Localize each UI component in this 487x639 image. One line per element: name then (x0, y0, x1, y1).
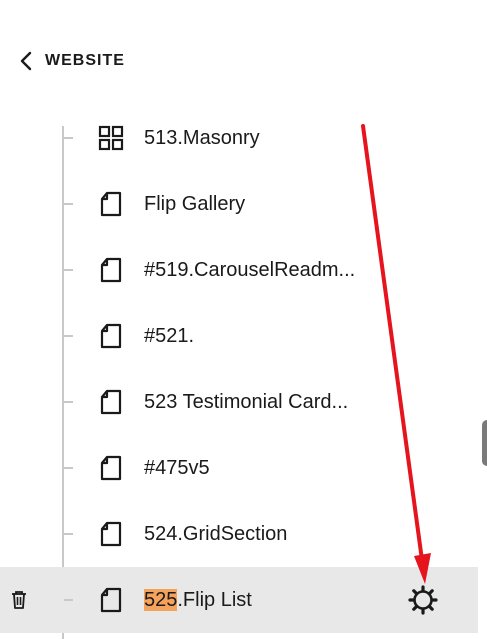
page-icon (98, 455, 124, 481)
search-highlight: 525 (144, 589, 178, 611)
page-title: Flip Gallery (144, 193, 246, 215)
page-item[interactable]: 524.GridSection (0, 501, 487, 567)
page-item[interactable]: 523 Testimonial Card... (0, 369, 487, 435)
tree-tick (64, 467, 73, 469)
page-item[interactable]: 513.Masonry (0, 105, 487, 171)
tree-tick (64, 269, 73, 271)
page-title: 523 Testimonial Card... (144, 391, 349, 413)
chevron-left-icon (20, 51, 32, 71)
page-item[interactable]: #519.CarouselReadm... (0, 237, 487, 303)
tree-tick (64, 533, 73, 535)
page-icon (98, 389, 124, 415)
page-title: 524.GridSection (144, 523, 288, 545)
page-title: #519.CarouselReadm... (144, 259, 356, 281)
scrollbar-handle[interactable] (482, 420, 487, 466)
page-title: 525.Flip List (144, 567, 252, 633)
grid-icon (98, 125, 124, 151)
back-to-website-button[interactable]: WEBSITE (18, 46, 125, 76)
page-list: 513.Masonry Flip Gallery #519.CarouselRe… (0, 105, 487, 633)
tree-tick (64, 599, 73, 601)
page-item[interactable]: #475v5 (0, 435, 487, 501)
page-title: #521. (144, 325, 195, 347)
page-icon (98, 587, 124, 613)
page-icon (98, 257, 124, 283)
tree-tick (64, 401, 73, 403)
page-icon (98, 323, 124, 349)
page-icon (98, 191, 124, 217)
trash-icon[interactable] (9, 589, 29, 611)
page-title: 513.Masonry (144, 127, 260, 149)
page-title: #475v5 (144, 457, 210, 479)
gear-icon[interactable] (407, 584, 439, 616)
tree-tick (64, 137, 73, 139)
tree-tick (64, 203, 73, 205)
back-label: WEBSITE (45, 52, 125, 69)
page-item[interactable]: Flip Gallery (0, 171, 487, 237)
page-title-rest: .Flip List (177, 589, 252, 611)
page-item[interactable]: #521. (0, 303, 487, 369)
page-icon (98, 521, 124, 547)
page-item-selected[interactable]: 525.Flip List (0, 567, 478, 633)
tree-tick (64, 335, 73, 337)
